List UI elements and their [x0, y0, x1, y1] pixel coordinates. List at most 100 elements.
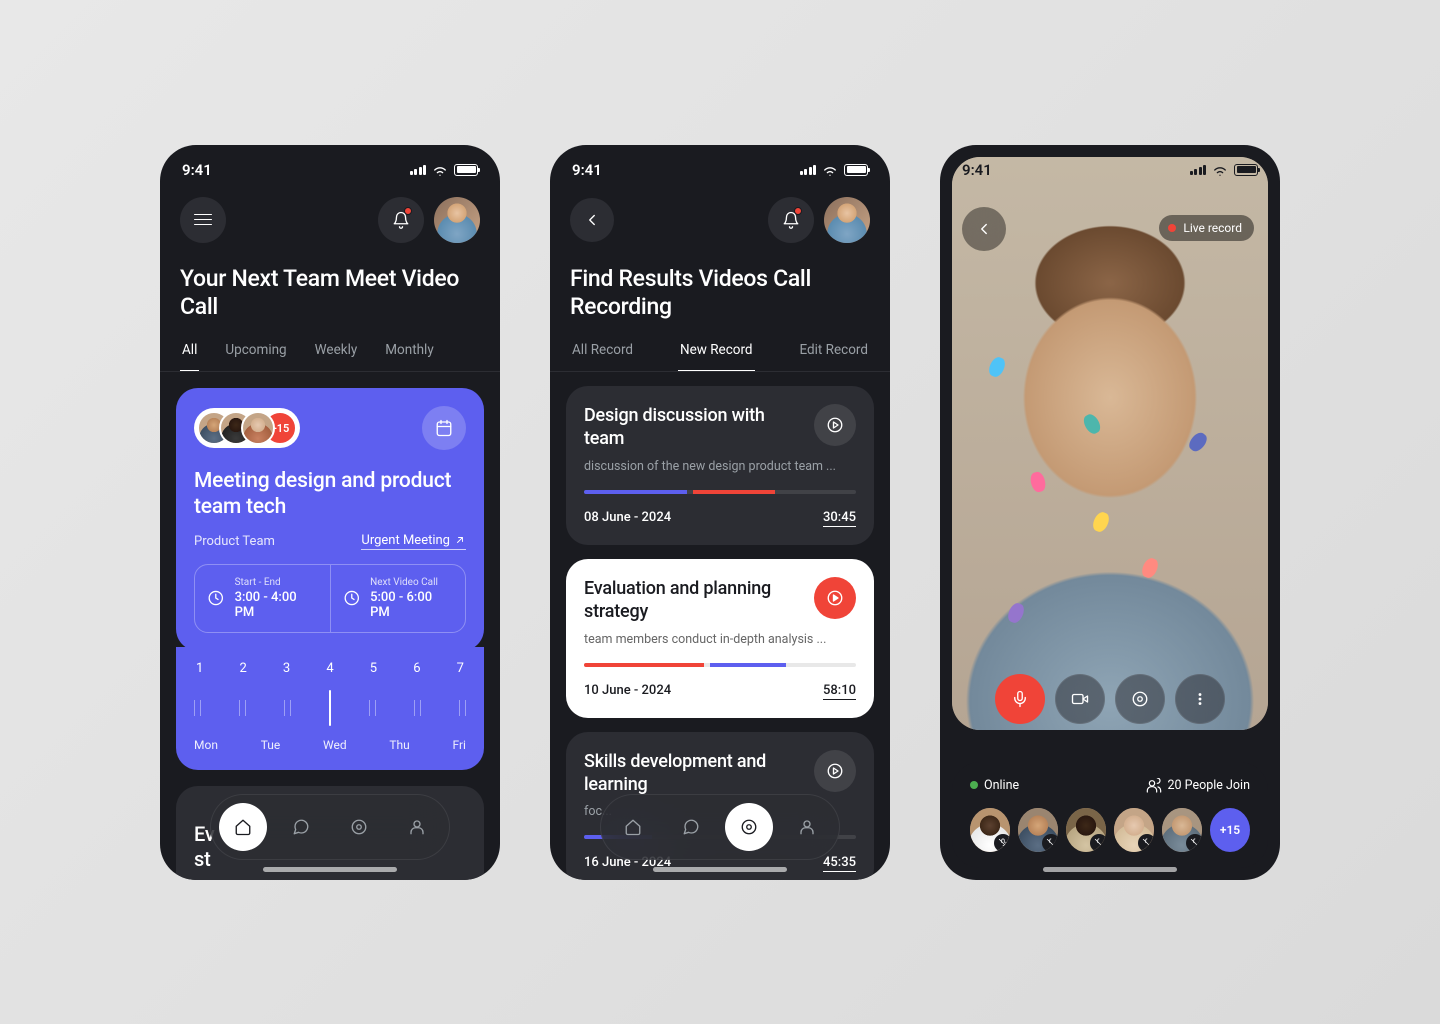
recording-title: Design discussion with team	[584, 404, 804, 451]
cal-num: 7	[457, 661, 464, 676]
page-title: Your Next Team Meet Video Call	[160, 251, 500, 331]
recording-date: 10 June - 2024	[584, 683, 671, 700]
card-subrow: Product Team Urgent Meeting	[194, 533, 466, 550]
people-count: 20 People Join	[1146, 778, 1250, 794]
home-indicator[interactable]	[653, 867, 787, 872]
record-icon	[740, 818, 758, 836]
mic-button[interactable]	[995, 674, 1045, 724]
video-icon	[1071, 690, 1089, 708]
participant-avatar[interactable]	[970, 808, 1010, 852]
more-participants-badge[interactable]: +15	[1210, 808, 1250, 852]
record-icon	[1131, 690, 1149, 708]
participants[interactable]: +15	[194, 408, 300, 448]
user-icon	[798, 818, 816, 836]
calendar-numbers: 1 2 3 4 5 6 7	[194, 661, 466, 676]
chevron-left-icon	[975, 220, 993, 238]
cal-num: 5	[370, 661, 377, 676]
nav-home[interactable]	[219, 803, 267, 851]
chat-icon	[682, 818, 700, 836]
start-end-label: Start - End	[235, 577, 318, 588]
wifi-icon	[821, 161, 839, 179]
nav-profile[interactable]	[783, 803, 831, 851]
participant-avatar[interactable]	[1114, 808, 1154, 852]
card-header: +15	[194, 406, 466, 450]
recording-card[interactable]: Evaluation and planning strategy team me…	[566, 559, 874, 718]
back-button[interactable]	[570, 198, 614, 242]
participant-avatar[interactable]	[1018, 808, 1058, 852]
recording-desc: team members conduct in-depth analysis .…	[584, 632, 856, 647]
urgent-link[interactable]: Urgent Meeting	[361, 533, 466, 550]
play-icon	[826, 589, 844, 607]
play-button[interactable]	[814, 577, 856, 619]
clock-icon	[207, 589, 225, 607]
online-status: Online	[970, 778, 1019, 793]
wifi-icon	[431, 161, 449, 179]
home-indicator[interactable]	[263, 867, 397, 872]
record-icon	[350, 818, 368, 836]
recording-footer: 10 June - 2024 58:10	[584, 683, 856, 700]
arrow-up-right-icon	[454, 534, 466, 546]
tab-edit-record[interactable]: Edit Record	[797, 330, 870, 371]
more-button[interactable]	[1175, 674, 1225, 724]
meeting-card[interactable]: +15 Meeting design and product team tech…	[176, 388, 484, 651]
home-indicator[interactable]	[1043, 867, 1177, 872]
page-title: Find Results Videos Call Recording	[550, 251, 890, 331]
user-avatar[interactable]	[824, 197, 870, 243]
recording-dot-icon	[1168, 224, 1176, 232]
recording-card[interactable]: Design discussion with team discussion o…	[566, 386, 874, 545]
play-button[interactable]	[814, 404, 856, 446]
recording-duration: 30:45	[823, 510, 856, 527]
nav-record[interactable]	[335, 803, 383, 851]
participant-avatar	[241, 411, 275, 445]
progress-bar[interactable]	[584, 490, 856, 494]
status-bar: 9:41	[550, 145, 890, 189]
next-cell: Next Video Call 5:00 - 6:00 PM	[331, 565, 466, 632]
cal-day: Mon	[194, 738, 218, 752]
tab-weekly[interactable]: Weekly	[313, 330, 360, 371]
calendar-strip[interactable]: 1 2 3 4 5 6 7 Mon Tue Wed Thu Fri	[176, 647, 484, 770]
tab-all-record[interactable]: All Record	[570, 330, 635, 371]
play-button[interactable]	[814, 750, 856, 792]
live-label: Live record	[1183, 221, 1242, 235]
video-button[interactable]	[1055, 674, 1105, 724]
clock-icon	[343, 589, 361, 607]
phone-screen-meetings: 9:41 Your Next Team Meet Video Call All …	[160, 145, 500, 880]
user-avatar[interactable]	[434, 197, 480, 243]
record-button[interactable]	[1115, 674, 1165, 724]
meeting-title: Meeting design and product team tech	[194, 468, 466, 521]
cal-num: 4	[326, 661, 333, 676]
nav-profile[interactable]	[393, 803, 441, 851]
user-icon	[408, 818, 426, 836]
menu-button[interactable]	[180, 197, 226, 243]
nav-chat[interactable]	[277, 803, 325, 851]
muted-icon	[994, 834, 1010, 852]
muted-icon	[1138, 834, 1154, 852]
back-button[interactable]	[962, 207, 1006, 251]
nav-home[interactable]	[609, 803, 657, 851]
notifications-button[interactable]	[768, 197, 814, 243]
notifications-button[interactable]	[378, 197, 424, 243]
nav-chat[interactable]	[667, 803, 715, 851]
status-time: 9:41	[572, 161, 602, 179]
tab-monthly[interactable]: Monthly	[383, 330, 435, 371]
call-controls	[995, 674, 1225, 724]
tabs: All Record New Record Edit Record	[550, 330, 890, 372]
battery-icon	[454, 164, 478, 176]
progress-bar[interactable]	[584, 663, 856, 667]
calendar-button[interactable]	[422, 406, 466, 450]
start-end-cell: Start - End 3:00 - 4:00 PM	[195, 565, 331, 632]
signal-icon	[800, 165, 817, 175]
participant-avatar[interactable]	[1162, 808, 1202, 852]
recording-desc: discussion of the new design product tea…	[584, 459, 856, 474]
participant-avatar[interactable]	[1066, 808, 1106, 852]
tab-upcoming[interactable]: Upcoming	[223, 330, 288, 371]
cal-day: Fri	[452, 738, 465, 752]
nav-record[interactable]	[725, 803, 773, 851]
phone-screen-recordings: 9:41 Find Results Videos Call Recording …	[550, 145, 890, 880]
participants-list: +15	[970, 808, 1250, 852]
more-vertical-icon	[1191, 690, 1209, 708]
tab-all[interactable]: All	[180, 330, 199, 371]
chevron-left-icon	[583, 211, 601, 229]
header	[160, 189, 500, 251]
tab-new-record[interactable]: New Record	[678, 330, 755, 371]
